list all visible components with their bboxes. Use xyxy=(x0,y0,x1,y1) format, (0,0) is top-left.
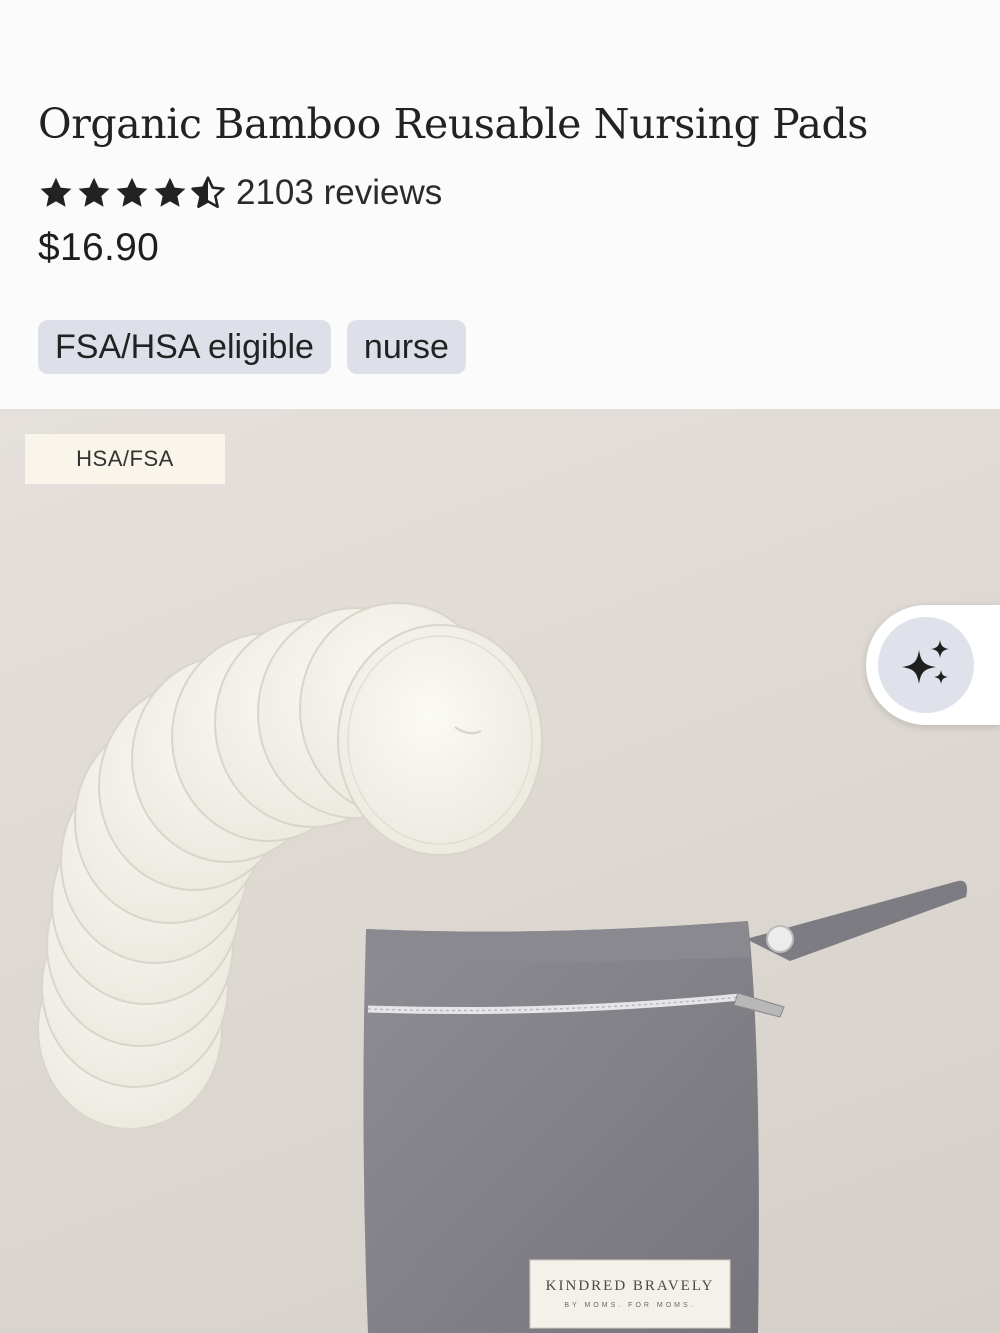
bag-label-brand: KINDRED BRAVELY xyxy=(546,1278,715,1294)
star-full-icon xyxy=(154,177,186,207)
hsa-fsa-badge: HSA/FSA xyxy=(25,434,225,484)
star-full-icon xyxy=(40,177,72,207)
bag-label-tagline: BY MOMS. FOR MOMS. xyxy=(564,1302,695,1309)
star-full-icon xyxy=(78,177,110,207)
product-photo: KINDRED BRAVELY BY MOMS. FOR MOMS. xyxy=(37,602,967,1333)
star-half-icon xyxy=(191,176,225,209)
product-price: $16.90 xyxy=(38,226,160,269)
product-title: Organic Bamboo Reusable Nursing Pads xyxy=(38,100,868,148)
sparkles-icon xyxy=(902,640,949,684)
review-count-link[interactable]: 2103 reviews xyxy=(236,173,442,213)
star-full-icon xyxy=(116,177,148,207)
tag-list: FSA/HSA eligible nurse xyxy=(38,320,466,374)
rating-row[interactable]: 2103 reviews xyxy=(38,168,442,218)
tag-fsa-hsa-eligible[interactable]: FSA/HSA eligible xyxy=(38,320,331,374)
product-image[interactable]: KINDRED BRAVELY BY MOMS. FOR MOMS. HSA/F… xyxy=(0,409,1000,1333)
star-rating xyxy=(38,175,226,211)
wet-bag: KINDRED BRAVELY BY MOMS. FOR MOMS. xyxy=(363,880,967,1333)
ai-assistant-button[interactable] xyxy=(866,605,1000,725)
ai-assistant-circle xyxy=(878,617,974,713)
tag-nurse[interactable]: nurse xyxy=(346,320,466,374)
